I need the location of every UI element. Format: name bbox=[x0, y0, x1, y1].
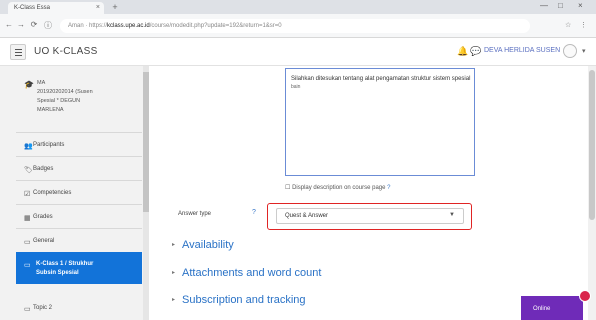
chevron-right-icon: ▸ bbox=[172, 242, 176, 248]
online-users-button[interactable]: Online bbox=[521, 296, 583, 320]
response-type-value: Quest & Answer bbox=[285, 213, 329, 219]
chevron-down-icon: ▼ bbox=[449, 212, 455, 218]
menu-toggle-button[interactable] bbox=[10, 44, 26, 60]
badge-icon: 🏷 bbox=[24, 167, 33, 174]
browser-tab[interactable]: K-Class Essa × bbox=[8, 2, 104, 14]
avatar[interactable] bbox=[563, 44, 577, 58]
chevron-right-icon: ▸ bbox=[172, 297, 176, 303]
description-text: Silahkan ditesukan tentang alat pengamat… bbox=[291, 76, 471, 82]
online-label: Online bbox=[533, 306, 551, 312]
sidebar-item-active-section[interactable]: ▭ K-Class 1 / Strukhur Subsin Spesial bbox=[16, 252, 142, 284]
folder-icon: ▭ bbox=[24, 306, 31, 313]
display-description-checkbox[interactable]: ☐ Display description on course page ? bbox=[285, 184, 390, 191]
back-icon[interactable]: ← bbox=[4, 20, 14, 29]
bookmark-star-icon[interactable]: ☆ bbox=[565, 21, 571, 29]
sidebar-item-label: General bbox=[33, 238, 55, 244]
tab-close-icon[interactable]: × bbox=[96, 2, 100, 14]
sidebar-item-label: Participants bbox=[33, 142, 65, 148]
notification-badge bbox=[579, 290, 591, 302]
tab-title: K-Class Essa bbox=[14, 5, 51, 11]
close-window-button[interactable]: × bbox=[578, 1, 583, 10]
sidebar-scrollbar[interactable] bbox=[143, 66, 149, 320]
check-list-icon: ☑ bbox=[24, 191, 31, 198]
sidebar-item-label: Subsin Spesial bbox=[36, 270, 79, 276]
url-prefix: Aman · https:// bbox=[68, 23, 108, 29]
section-label: Attachments and word count bbox=[182, 267, 322, 279]
table-icon: ▦ bbox=[24, 215, 31, 222]
sidebar-divider bbox=[16, 204, 142, 205]
minimize-button[interactable]: — bbox=[540, 1, 548, 10]
folder-icon: ▭ bbox=[24, 239, 31, 246]
site-name[interactable]: UO K-CLASS bbox=[34, 46, 98, 57]
section-attachments[interactable]: ▸ Attachments and word count bbox=[172, 267, 321, 279]
sidebar-item-label: Competencies bbox=[33, 190, 72, 196]
section-availability[interactable]: ▸ Availability bbox=[172, 239, 234, 251]
checkbox[interactable]: ☐ bbox=[285, 185, 290, 191]
course-line: MA bbox=[37, 80, 46, 86]
url-input[interactable]: Aman · https://kclass.upe.ac.id/course/m… bbox=[60, 19, 530, 33]
page-scrollbar-thumb[interactable] bbox=[589, 70, 595, 220]
description-content: Silahkan ditesukan tentang alat pengamat… bbox=[291, 75, 471, 91]
section-label: Subscription and tracking bbox=[182, 294, 306, 306]
course-line: MARLENA bbox=[37, 107, 64, 113]
url-path: /course/modedit.php?update=192&return=1&… bbox=[149, 23, 282, 29]
user-name[interactable]: DEVA HERLIDA SUSEN bbox=[484, 47, 560, 54]
graduation-cap-icon: 🎓 bbox=[24, 80, 34, 89]
hamburger-icon-line bbox=[15, 55, 22, 56]
hamburger-icon bbox=[15, 49, 22, 50]
course-line: 201920202014 (Susen bbox=[37, 89, 93, 95]
url-host: kclass.upe.ac.id bbox=[107, 23, 150, 29]
sidebar-item-label: Badges bbox=[33, 166, 54, 172]
chevron-right-icon: ▸ bbox=[172, 270, 176, 276]
sidebar-course-item[interactable]: 🎓 MA 201920202014 (Susen Spesial * DEGUN… bbox=[24, 80, 139, 128]
display-description-label: Display description on course page bbox=[292, 185, 386, 191]
folder-icon: ▭ bbox=[24, 262, 31, 269]
sidebar-item-label: K-Class 1 / Strukhur bbox=[36, 261, 94, 267]
reload-icon[interactable]: ⟳ bbox=[29, 20, 39, 29]
chat-icon[interactable]: 💬 bbox=[470, 46, 481, 57]
sidebar-item-label: Topic 2 bbox=[33, 305, 53, 311]
description-textarea[interactable]: Silahkan ditesukan tentang alat pengamat… bbox=[285, 68, 475, 176]
sidebar-divider bbox=[16, 132, 142, 133]
help-icon[interactable]: ? bbox=[387, 185, 390, 191]
address-bar: ← → ⟳ ⓘ Aman · https://kclass.upe.ac.id/… bbox=[0, 14, 596, 38]
maximize-button[interactable]: □ bbox=[558, 1, 563, 10]
course-line: Spesial * DEGUN bbox=[37, 98, 81, 104]
sidebar-item-label: Grades bbox=[33, 214, 53, 220]
site-header: UO K-CLASS 🔔 💬 DEVA HERLIDA SUSEN ▾ bbox=[0, 38, 596, 66]
sidebar-scrollbar-thumb[interactable] bbox=[143, 72, 149, 212]
help-icon[interactable]: ? bbox=[252, 209, 256, 216]
browser-tab-bar: K-Class Essa × + — □ × bbox=[0, 0, 596, 14]
info-icon[interactable]: ⓘ bbox=[43, 20, 53, 31]
response-type-label: Answer type bbox=[178, 211, 212, 217]
sidebar-divider bbox=[16, 180, 142, 181]
bell-icon[interactable]: 🔔 bbox=[457, 46, 468, 57]
new-tab-button[interactable]: + bbox=[110, 2, 120, 12]
users-icon: 👥 bbox=[24, 143, 33, 150]
description-tail: bain bbox=[291, 84, 301, 90]
response-type-select[interactable]: Quest & Answer ▼ bbox=[276, 208, 464, 224]
sidebar-divider bbox=[16, 156, 142, 157]
section-subscription[interactable]: ▸ Subscription and tracking bbox=[172, 294, 306, 306]
chevron-down-icon[interactable]: ▾ bbox=[582, 47, 586, 55]
hamburger-icon-line bbox=[15, 52, 22, 53]
section-label: Availability bbox=[182, 239, 234, 251]
page-scrollbar[interactable] bbox=[588, 66, 596, 320]
sidebar-divider bbox=[16, 228, 142, 229]
browser-menu-icon[interactable]: ⋮ bbox=[580, 21, 587, 29]
forward-icon[interactable]: → bbox=[16, 20, 26, 29]
